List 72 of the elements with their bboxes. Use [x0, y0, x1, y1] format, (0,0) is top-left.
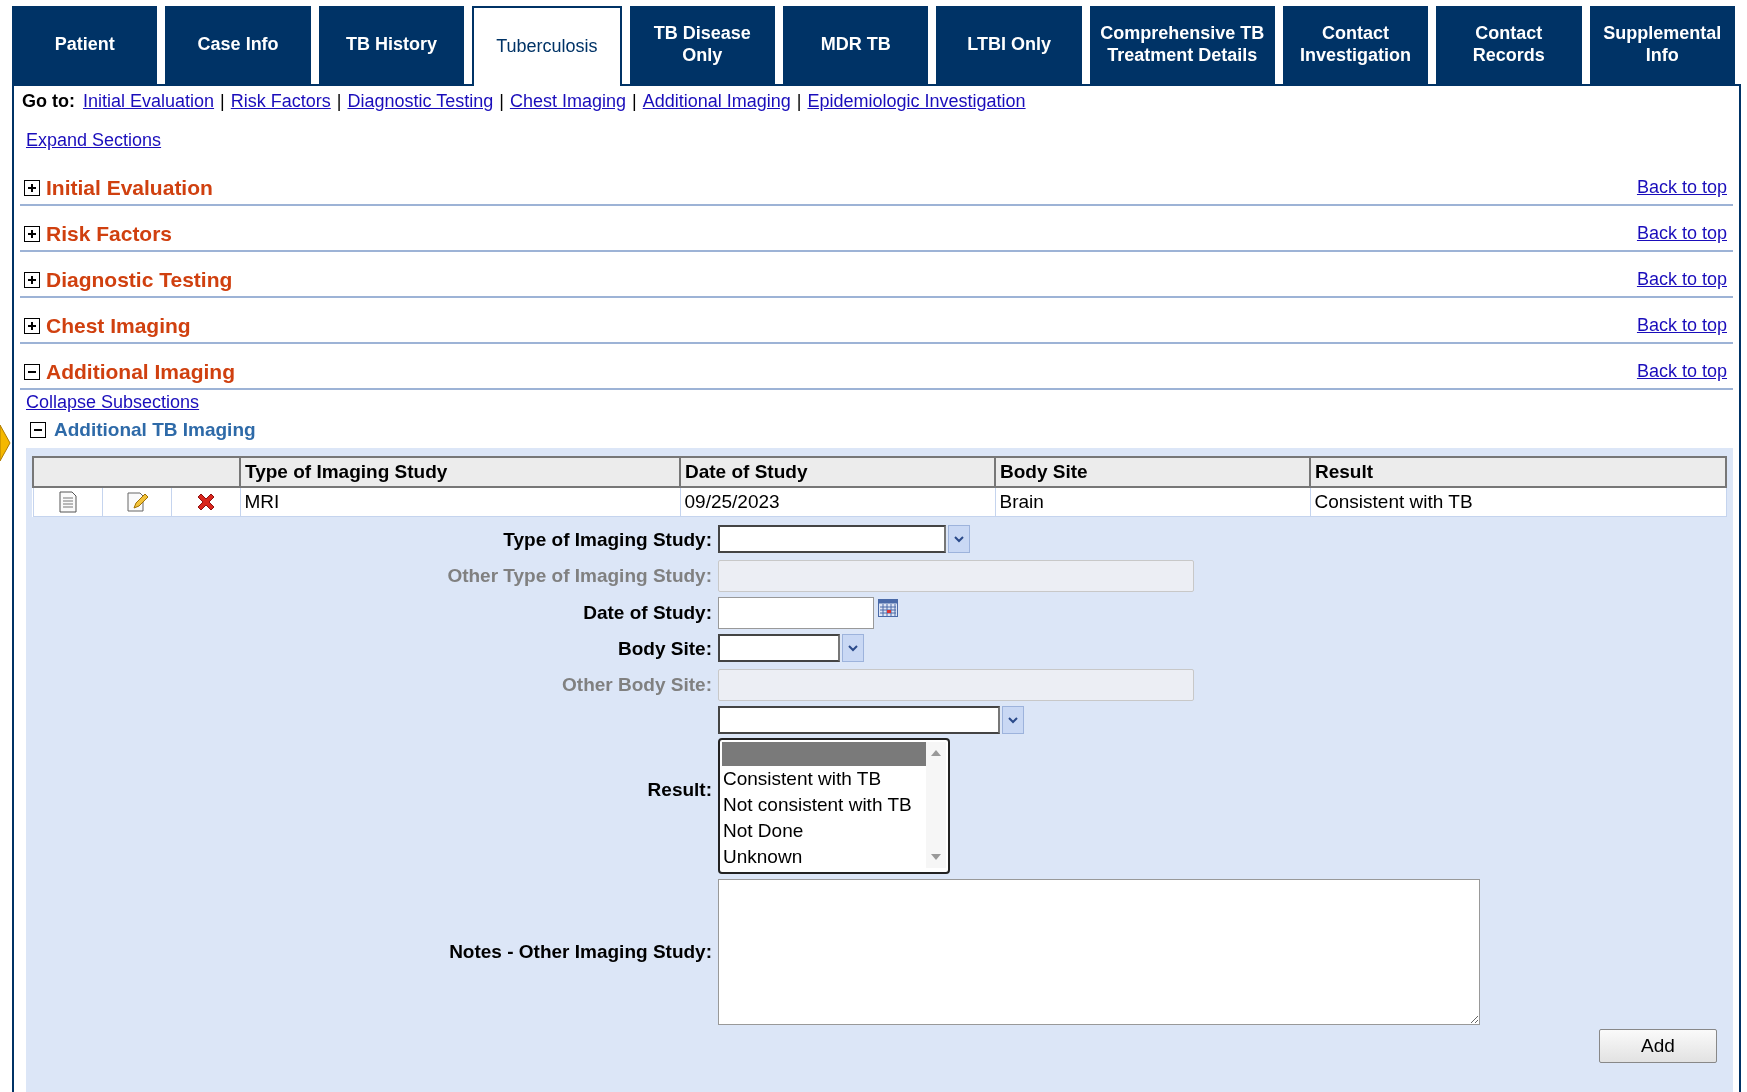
- pointer-arrow-icon: [0, 423, 12, 463]
- goto-link[interactable]: Epidemiologic Investigation: [807, 90, 1026, 112]
- goto-link[interactable]: Diagnostic Testing: [347, 90, 494, 112]
- table-cell: Brain: [995, 487, 1310, 517]
- dropdown-field[interactable]: [718, 634, 864, 662]
- back-to-top-link[interactable]: Back to top: [1636, 361, 1727, 382]
- dropdown-field[interactable]: [718, 706, 1024, 734]
- tab[interactable]: Contact Records: [1436, 6, 1582, 84]
- section-title: Chest Imaging: [46, 313, 192, 338]
- field-label: Body Site:: [617, 638, 712, 660]
- section-title: Risk Factors: [46, 221, 174, 246]
- section-title: Diagnostic Testing: [46, 267, 234, 292]
- field-label: Other Type of Imaging Study:: [446, 565, 712, 587]
- calendar-icon[interactable]: [878, 599, 898, 617]
- back-to-top-link[interactable]: Back to top: [1636, 177, 1727, 198]
- tab[interactable]: Comprehensive TB Treatment Details: [1089, 6, 1275, 84]
- tab[interactable]: LTBI Only: [936, 6, 1082, 84]
- field-label: Notes - Other Imaging Study:: [448, 941, 712, 963]
- toggle-icon[interactable]: [24, 317, 40, 334]
- column-header: Date of Study: [680, 457, 995, 487]
- dropdown-option[interactable]: Unknown: [722, 844, 926, 870]
- expand-sections-link[interactable]: Expand Sections: [26, 130, 162, 150]
- back-to-top-link[interactable]: Back to top: [1636, 315, 1727, 336]
- date-field[interactable]: [718, 597, 874, 629]
- dropdown-option[interactable]: Not Done: [722, 818, 926, 844]
- separator: |: [631, 90, 637, 112]
- separator: |: [499, 90, 504, 112]
- dropdown-field[interactable]: [718, 525, 970, 553]
- toggle-icon[interactable]: [24, 271, 40, 288]
- scrollbar[interactable]: [926, 742, 946, 868]
- tab[interactable]: TB History: [318, 6, 465, 84]
- goto-label: Go to:: [22, 90, 75, 112]
- table-cell: Consistent with TB: [1310, 487, 1726, 517]
- goto-link[interactable]: Risk Factors: [230, 90, 331, 112]
- toggle-icon[interactable]: [30, 422, 46, 438]
- field-label: Date of Study:: [582, 602, 712, 624]
- column-header: Body Site: [995, 457, 1310, 487]
- tab[interactable]: Contact Investigation: [1282, 6, 1429, 84]
- subsection-title: Additional TB Imaging: [54, 419, 256, 441]
- tab[interactable]: MDR TB: [783, 6, 929, 84]
- notes-field[interactable]: [718, 879, 1480, 1025]
- tab[interactable]: Supplemental Info: [1589, 6, 1735, 84]
- table-cell: 09/25/2023: [680, 487, 995, 517]
- field-label: Result:: [646, 779, 712, 801]
- back-to-top-link[interactable]: Back to top: [1636, 269, 1727, 290]
- separator: |: [796, 90, 802, 112]
- goto-link[interactable]: Initial Evaluation: [83, 90, 215, 112]
- field-label: Type of Imaging Study:: [502, 529, 712, 551]
- dropdown-option[interactable]: Not consistent with TB: [722, 792, 926, 818]
- tab[interactable]: Tuberculosis: [472, 6, 622, 86]
- toggle-icon[interactable]: [24, 179, 40, 196]
- goto-link[interactable]: Additional Imaging: [642, 90, 791, 112]
- document-icon[interactable]: [57, 491, 78, 513]
- column-header: Result: [1310, 457, 1726, 487]
- toggle-icon[interactable]: [24, 225, 40, 242]
- toggle-icon[interactable]: [24, 363, 40, 380]
- column-header: Type of Imaging Study: [240, 457, 680, 487]
- section-title: Initial Evaluation: [46, 175, 214, 200]
- collapse-subsections-link[interactable]: Collapse Subsections: [26, 392, 200, 412]
- goto-link[interactable]: Chest Imaging: [509, 90, 626, 112]
- add-button[interactable]: Add: [1599, 1029, 1717, 1063]
- section-title: Additional Imaging: [46, 359, 236, 384]
- dropdown-option[interactable]: Consistent with TB: [722, 766, 926, 792]
- field-label: Other Body Site:: [561, 674, 712, 696]
- back-to-top-link[interactable]: Back to top: [1636, 223, 1727, 244]
- tab[interactable]: Patient: [12, 6, 158, 84]
- edit-icon[interactable]: [125, 491, 148, 513]
- tab[interactable]: Case Info: [165, 6, 311, 84]
- tab[interactable]: TB Disease Only: [629, 6, 776, 84]
- table-cell: MRI: [240, 487, 680, 517]
- separator: |: [336, 90, 342, 112]
- separator: |: [220, 90, 225, 112]
